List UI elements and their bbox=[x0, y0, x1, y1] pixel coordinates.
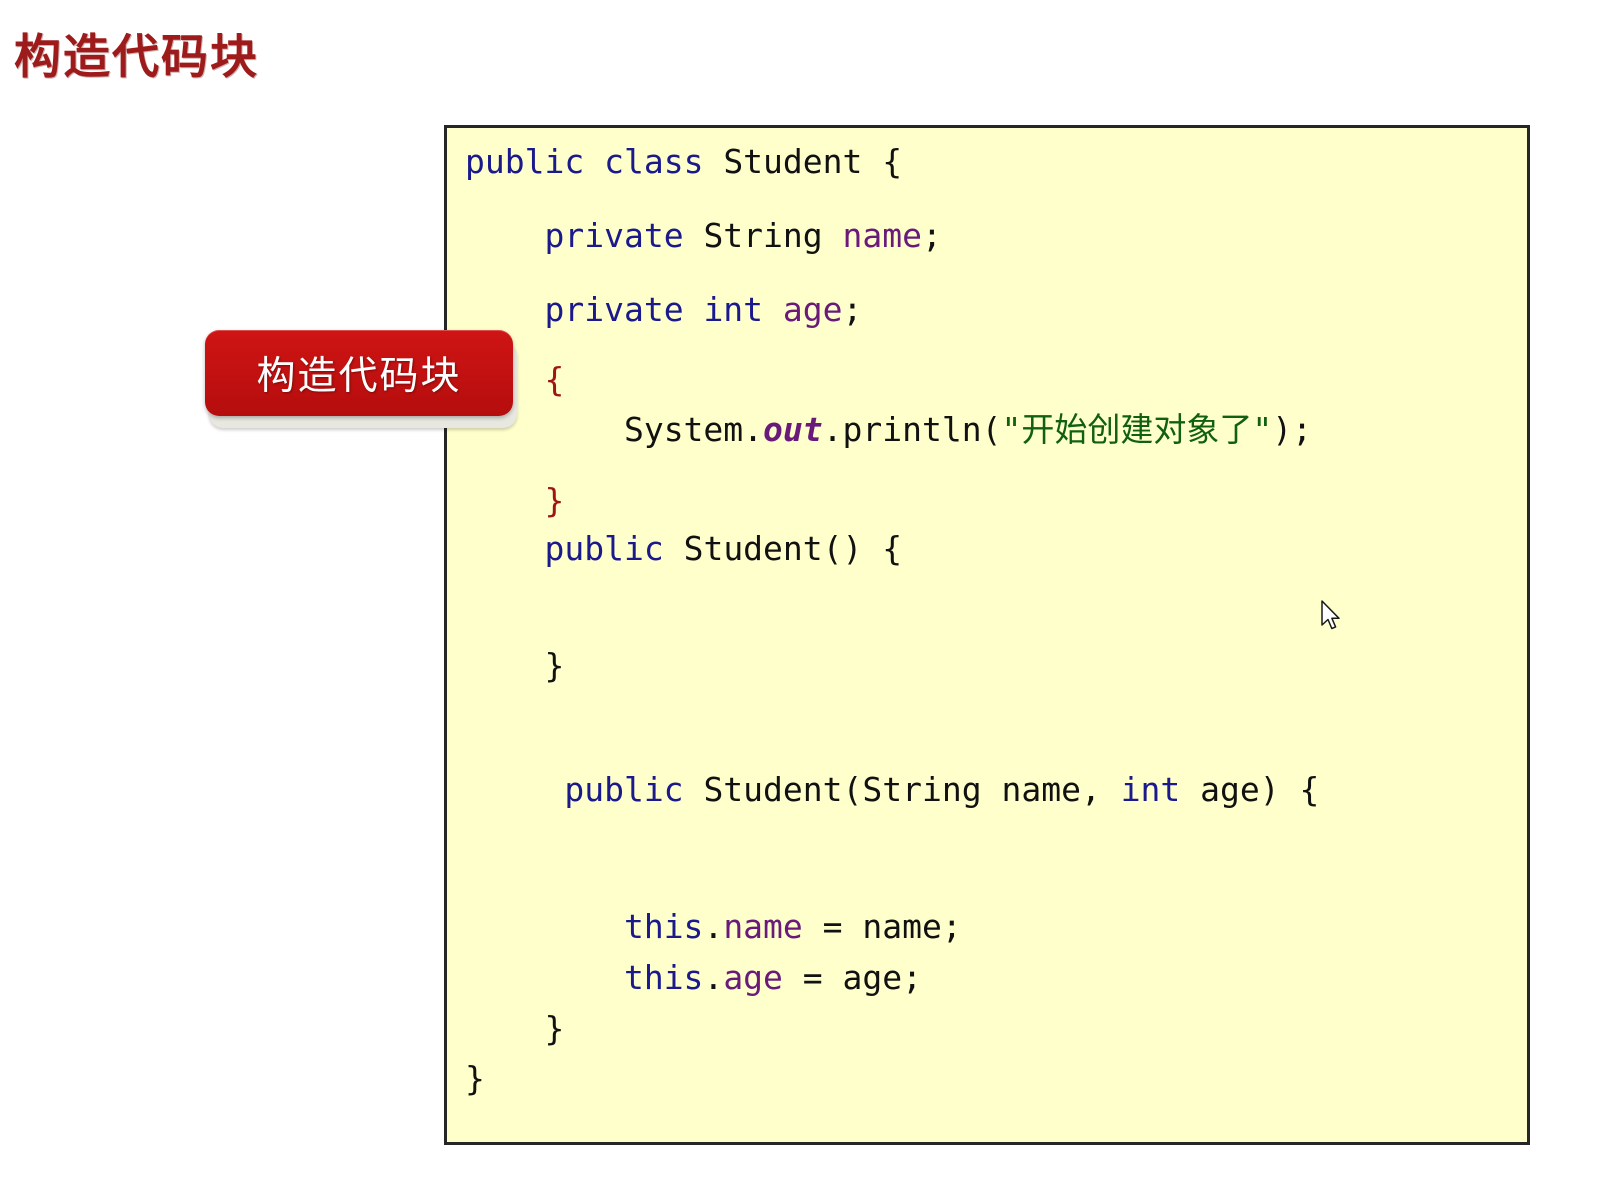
code-token: } bbox=[544, 1009, 565, 1048]
code-token: name bbox=[723, 907, 803, 946]
code-token: ; bbox=[922, 216, 942, 255]
callout-badge[interactable]: 构造代码块 bbox=[205, 330, 517, 428]
code-token: ); bbox=[1272, 410, 1312, 449]
code-token: Student bbox=[683, 529, 823, 568]
code-token: int bbox=[703, 290, 764, 329]
code-token: class bbox=[604, 142, 704, 181]
code-line: public Student() { bbox=[465, 532, 902, 565]
code-token: out bbox=[763, 410, 823, 449]
code-token: ; bbox=[842, 290, 863, 329]
code-line: public Student(String name, int age) { bbox=[465, 773, 1319, 806]
callout-badge-label: 构造代码块 bbox=[256, 355, 462, 398]
code-token: . bbox=[703, 958, 724, 997]
code-token: Student bbox=[723, 142, 863, 181]
code-token: } bbox=[465, 1059, 485, 1098]
code-token: . bbox=[703, 907, 724, 946]
code-token: this bbox=[623, 907, 704, 946]
code-token: name bbox=[842, 216, 923, 255]
code-token: } bbox=[544, 646, 565, 685]
code-token: String bbox=[862, 770, 982, 809]
code-line: } bbox=[465, 484, 564, 517]
code-token: age) { bbox=[1180, 770, 1320, 809]
code-panel: public class Student { private String na… bbox=[444, 125, 1530, 1145]
code-line: System.out.println("开始创建对象了"); bbox=[465, 413, 1312, 446]
code-line: } bbox=[465, 1062, 485, 1095]
code-line: } bbox=[465, 1012, 564, 1045]
code-token: age bbox=[723, 958, 783, 997]
code-token: ( bbox=[842, 770, 863, 809]
code-token: public bbox=[465, 142, 585, 181]
code-token: public bbox=[564, 770, 684, 809]
code-token: name, bbox=[981, 770, 1121, 809]
code-line: public class Student { bbox=[465, 145, 902, 178]
code-token: .println( bbox=[822, 410, 1002, 449]
callout-badge-body[interactable]: 构造代码块 bbox=[205, 330, 513, 416]
code-token: "开始创建对象了" bbox=[1001, 410, 1273, 449]
code-token: this bbox=[623, 958, 704, 997]
code-token: Student bbox=[703, 770, 843, 809]
code-token: = age; bbox=[782, 958, 922, 997]
code-token: = name; bbox=[802, 907, 962, 946]
code-token: () { bbox=[822, 529, 903, 568]
code-line: this.name = name; bbox=[465, 910, 962, 943]
code-token: int bbox=[1120, 770, 1181, 809]
code-token: { bbox=[862, 142, 903, 181]
code-token: age bbox=[782, 290, 843, 329]
code-token: String bbox=[703, 216, 823, 255]
code-line: } bbox=[465, 649, 564, 682]
code-line: private int age; bbox=[465, 293, 862, 326]
code-token: public bbox=[544, 529, 664, 568]
code-token: } bbox=[544, 481, 565, 520]
code-token: private bbox=[544, 216, 684, 255]
code-token: { bbox=[544, 360, 565, 399]
code-line: this.age = age; bbox=[465, 961, 922, 994]
code-token: System. bbox=[623, 410, 764, 449]
code-line: private String name; bbox=[465, 216, 942, 255]
code-listing: public class Student { private String na… bbox=[447, 128, 1527, 1142]
code-token: private bbox=[544, 290, 684, 329]
page-title: 构造代码块 bbox=[14, 30, 259, 83]
